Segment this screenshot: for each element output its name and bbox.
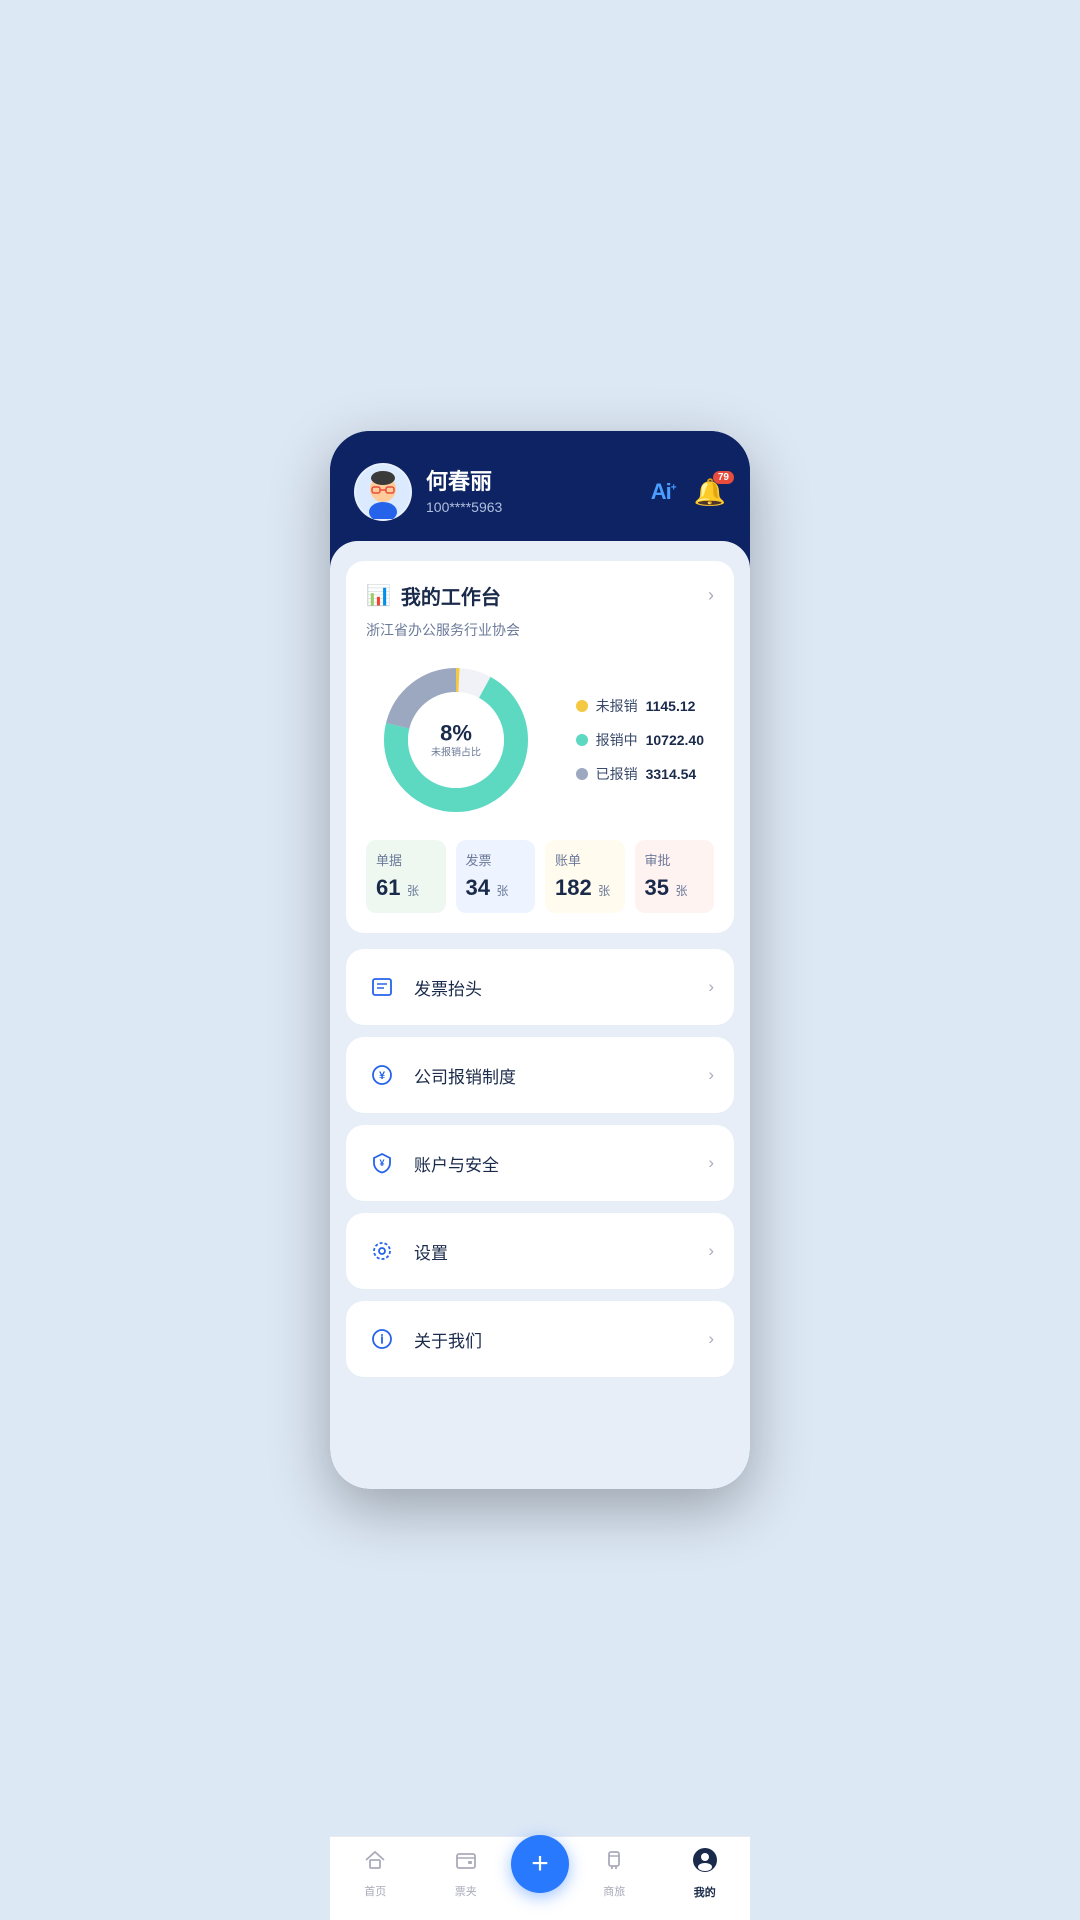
stat-count-receipts: 61 张 (376, 875, 436, 901)
stat-count-approvals: 35 张 (645, 875, 705, 901)
menu-arrow-reimbursement-policy: › (708, 1065, 714, 1085)
stat-label-bills: 账单 (555, 850, 615, 869)
svg-text:¥: ¥ (379, 1070, 386, 1082)
menu-arrow-invoice-header: › (708, 977, 714, 997)
header: 何春丽 100****5963 Ai+ 🔔 79 (330, 431, 750, 541)
menu-label-invoice-header: 发票抬头 (414, 975, 482, 1000)
menu-item-about-us[interactable]: 关于我们 › (346, 1301, 734, 1377)
workbench-title: 我的工作台 (401, 581, 501, 610)
user-info: 何春丽 100****5963 (426, 469, 502, 514)
card-header: 📊 我的工作台 › (366, 581, 714, 610)
menu-card-2: ¥ 公司报销制度 › (346, 1037, 734, 1113)
workbench-arrow[interactable]: › (708, 585, 714, 606)
legend-item-reimbursing: 报销中 10722.40 (576, 730, 704, 750)
menu-card-4: 设置 › (346, 1213, 734, 1289)
stat-count-bills: 182 张 (555, 875, 615, 901)
menu-card-5: 关于我们 › (346, 1301, 734, 1377)
menu-label-settings: 设置 (414, 1239, 448, 1264)
about-us-icon (366, 1323, 398, 1355)
legend-value-unreimbursed: 1145.12 (646, 698, 696, 714)
legend-dot-reimbursed (576, 768, 588, 780)
menu-arrow-about-us: › (708, 1329, 714, 1349)
stat-card-approvals[interactable]: 审批 35 张 (635, 840, 715, 913)
donut-center: 8% 未报销占比 (431, 721, 481, 760)
chart-legend: 未报销 1145.12 报销中 10722.40 已报销 3314.54 (576, 696, 704, 784)
stat-label-approvals: 审批 (645, 850, 705, 869)
legend-value-reimbursed: 3314.54 (646, 766, 697, 782)
menu-item-settings[interactable]: 设置 › (346, 1213, 734, 1289)
menu-arrow-settings: › (708, 1241, 714, 1261)
header-right: Ai+ 🔔 79 (651, 477, 726, 508)
menu-card-1: 发票抬头 › (346, 949, 734, 1025)
notification-badge: 79 (713, 471, 734, 484)
avatar[interactable] (354, 463, 412, 521)
stat-label-receipts: 单据 (376, 850, 436, 869)
chart-section: 8% 未报销占比 未报销 1145.12 报销中 10722.40 (366, 660, 714, 820)
legend-item-reimbursed: 已报销 3314.54 (576, 764, 704, 784)
stat-card-invoices[interactable]: 发票 34 张 (456, 840, 536, 913)
menu-label-reimbursement-policy: 公司报销制度 (414, 1063, 516, 1088)
legend-dot-unreimbursed (576, 700, 588, 712)
org-name: 浙江省办公服务行业协会 (366, 620, 714, 640)
stats-grid: 单据 61 张 发票 34 张 账单 182 (366, 840, 714, 913)
legend-value-reimbursing: 10722.40 (646, 732, 704, 748)
card-title-wrap: 📊 我的工作台 (366, 581, 501, 610)
menu-label-about-us: 关于我们 (414, 1327, 482, 1352)
donut-label: 未报销占比 (431, 747, 481, 760)
menu-card-3: ¥ 账户与安全 › (346, 1125, 734, 1201)
legend-label-unreimbursed: 未报销 (596, 696, 638, 716)
stat-card-bills[interactable]: 账单 182 张 (545, 840, 625, 913)
settings-icon (366, 1235, 398, 1267)
ai-button[interactable]: Ai+ (651, 479, 676, 505)
account-security-icon: ¥ (366, 1147, 398, 1179)
invoice-header-icon (366, 971, 398, 1003)
user-name: 何春丽 (426, 469, 502, 495)
legend-item-unreimbursed: 未报销 1145.12 (576, 696, 704, 716)
stat-card-receipts[interactable]: 单据 61 张 (366, 840, 446, 913)
menu-item-account-security[interactable]: ¥ 账户与安全 › (346, 1125, 734, 1201)
stat-label-invoices: 发票 (466, 850, 526, 869)
menu-label-account-security: 账户与安全 (414, 1151, 499, 1176)
main-content: 📊 我的工作台 › 浙江省办公服务行业协会 (330, 541, 750, 1489)
donut-percent: 8% (431, 721, 481, 747)
legend-label-reimbursed: 已报销 (596, 764, 638, 784)
legend-dot-reimbursing (576, 734, 588, 746)
menu-item-invoice-header[interactable]: 发票抬头 › (346, 949, 734, 1025)
header-left: 何春丽 100****5963 (354, 463, 502, 521)
svg-text:¥: ¥ (379, 1158, 384, 1168)
reimbursement-policy-icon: ¥ (366, 1059, 398, 1091)
workbench-icon: 📊 (366, 583, 391, 608)
stat-count-invoices: 34 张 (466, 875, 526, 901)
phone-frame: 何春丽 100****5963 Ai+ 🔔 79 📊 我的工作台 › (330, 431, 750, 1489)
donut-chart: 8% 未报销占比 (376, 660, 536, 820)
notification-bell[interactable]: 🔔 79 (694, 477, 726, 508)
legend-label-reimbursing: 报销中 (596, 730, 638, 750)
user-id: 100****5963 (426, 499, 502, 515)
workbench-card: 📊 我的工作台 › 浙江省办公服务行业协会 (346, 561, 734, 933)
menu-arrow-account-security: › (708, 1153, 714, 1173)
menu-item-reimbursement-policy[interactable]: ¥ 公司报销制度 › (346, 1037, 734, 1113)
